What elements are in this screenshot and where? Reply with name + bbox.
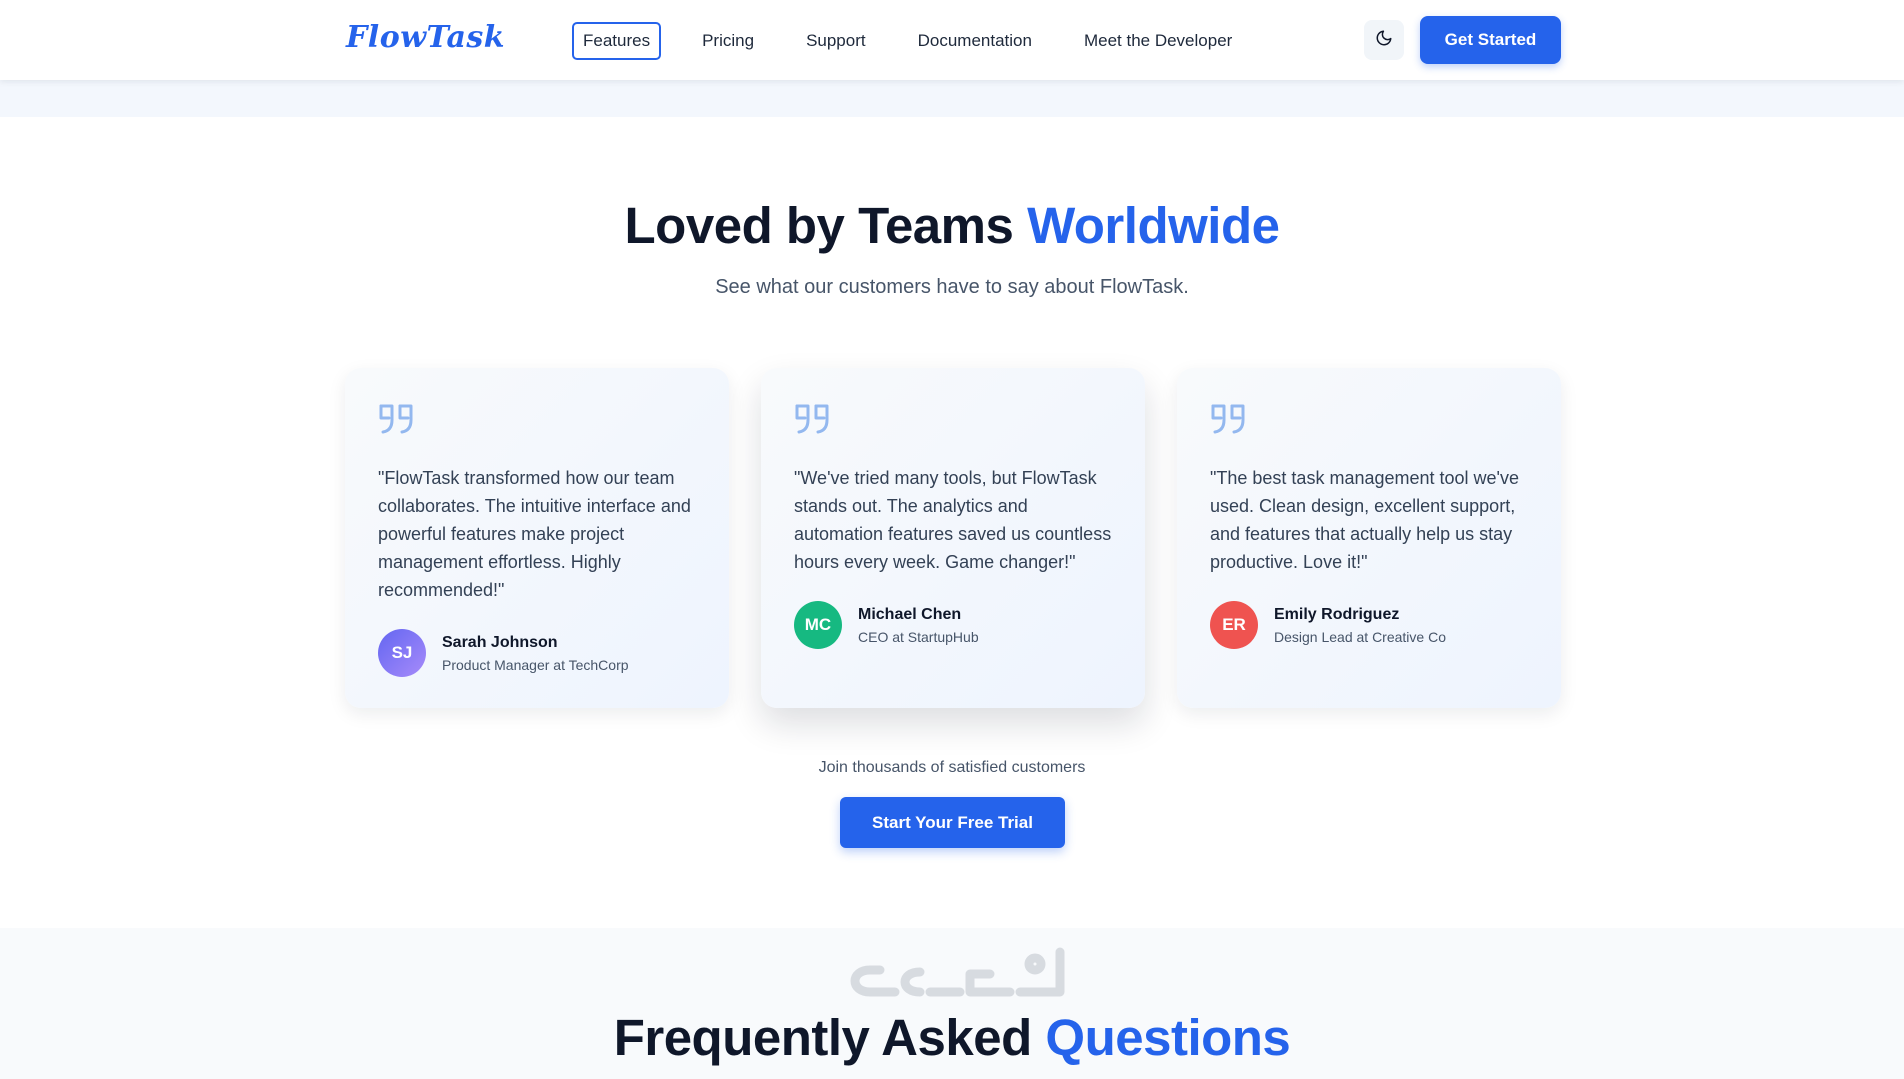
watermark-logo (835, 944, 1070, 1014)
nav-link-documentation[interactable]: Documentation (907, 22, 1043, 60)
start-free-trial-button[interactable]: Start Your Free Trial (840, 797, 1065, 848)
section-title-accent: Worldwide (1027, 197, 1280, 254)
author-name: Emily Rodriguez (1274, 605, 1400, 623)
author-info: Emily Rodriguez Design Lead at Creative … (1274, 606, 1446, 645)
testimonial-quote: "FlowTask transformed how our team colla… (378, 468, 691, 600)
author-name: Sarah Johnson (442, 633, 558, 651)
testimonial-quote: "The best task management tool we've use… (1210, 468, 1519, 572)
author-role: CEO at StartupHub (858, 628, 979, 645)
section-title: Loved by Teams Worldwide (0, 196, 1904, 255)
author-role: Product Manager at TechCorp (442, 656, 629, 673)
avatar: MC (794, 601, 842, 649)
join-text: Join thousands of satisfied customers (818, 759, 1086, 776)
brand-logo[interactable]: FlowTask (346, 20, 505, 55)
testimonial-card: "We've tried many tools, but FlowTask st… (761, 368, 1145, 708)
author-name: Michael Chen (858, 605, 962, 623)
quote-icon (1210, 402, 1528, 436)
testimonial-card: "The best task management tool we've use… (1177, 368, 1561, 708)
moon-icon (1375, 29, 1393, 52)
testimonial-author: ER Emily Rodriguez Design Lead at Creati… (1210, 601, 1528, 649)
testimonial-card: "FlowTask transformed how our team colla… (345, 368, 729, 708)
quote-icon (794, 402, 1112, 436)
nav-link-support[interactable]: Support (795, 22, 877, 60)
navbar: FlowTask Features Pricing Support Docume… (0, 0, 1904, 80)
faq-title: Frequently Asked Questions (0, 1008, 1904, 1067)
nav-link-features[interactable]: Features (572, 22, 662, 60)
testimonial-quote: "We've tried many tools, but FlowTask st… (794, 468, 1112, 572)
get-started-button[interactable]: Get Started (1420, 16, 1561, 64)
avatar: SJ (378, 629, 426, 677)
avatar: ER (1210, 601, 1258, 649)
testimonial-author: MC Michael Chen CEO at StartupHub (794, 601, 1112, 649)
author-role: Design Lead at Creative Co (1274, 628, 1446, 645)
section-subtitle: See what our customers have to say about… (715, 276, 1189, 298)
nav-links: Features Pricing Support Documentation M… (572, 22, 1273, 60)
author-info: Sarah Johnson Product Manager at TechCor… (442, 634, 629, 673)
faq-title-main: Frequently Asked (613, 1009, 1033, 1066)
testimonial-author: SJ Sarah Johnson Product Manager at Tech… (378, 629, 696, 677)
theme-toggle-button[interactable] (1364, 20, 1404, 60)
faq-title-accent: Questions (1045, 1009, 1291, 1066)
nav-link-pricing[interactable]: Pricing (691, 22, 765, 60)
author-info: Michael Chen CEO at StartupHub (858, 606, 979, 645)
section-title-main: Loved by Teams (624, 197, 1014, 254)
previous-section-band (0, 80, 1904, 117)
quote-icon (378, 402, 696, 436)
nav-link-meet-the-developer[interactable]: Meet the Developer (1073, 22, 1243, 60)
